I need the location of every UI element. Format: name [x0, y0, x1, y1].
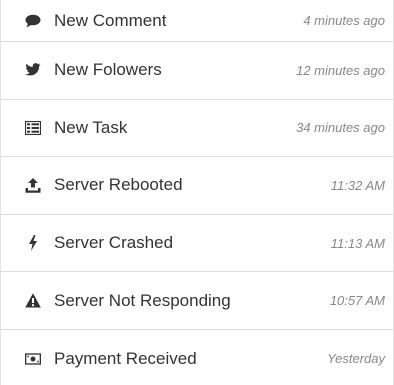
- tasks-icon: [25, 120, 41, 136]
- notification-label: Payment Received: [54, 348, 197, 368]
- notification-item-server-rebooted[interactable]: Server Rebooted 11:32 AM: [1, 157, 393, 215]
- notification-label: New Comment: [54, 10, 167, 30]
- bolt-icon: [25, 235, 41, 252]
- notification-time: 12 minutes ago: [296, 62, 385, 78]
- notification-label: Server Rebooted: [54, 175, 183, 195]
- notification-time: 11:32 AM: [330, 177, 385, 193]
- notification-time: 34 minutes ago: [296, 120, 385, 136]
- twitter-icon: [25, 62, 41, 78]
- notification-label: New Task: [54, 117, 128, 137]
- upload-icon: [25, 177, 41, 193]
- notification-time: Yesterday: [327, 351, 385, 367]
- notification-label: New Folowers: [54, 60, 162, 80]
- notification-list: New Comment 4 minutes ago New Folowers 1…: [0, 0, 394, 385]
- notification-item-server-not-responding[interactable]: Server Not Responding 10:57 AM: [1, 272, 393, 330]
- notification-label: Server Not Responding: [54, 290, 231, 310]
- notification-time: 10:57 AM: [329, 293, 385, 309]
- money-icon: [25, 351, 41, 367]
- notification-item-new-followers[interactable]: New Folowers 12 minutes ago: [1, 42, 393, 100]
- notification-label: Server Crashed: [54, 233, 174, 253]
- comment-icon: [25, 13, 41, 29]
- notification-item-new-task[interactable]: New Task 34 minutes ago: [1, 100, 393, 158]
- notification-item-server-crashed[interactable]: Server Crashed 11:13 AM: [1, 215, 393, 273]
- notification-time: 11:13 AM: [330, 235, 385, 251]
- notification-item-payment-received[interactable]: Payment Received Yesterday: [1, 330, 393, 385]
- notification-item-new-comment[interactable]: New Comment 4 minutes ago: [1, 0, 393, 42]
- warning-icon: [25, 293, 41, 309]
- notification-time: 4 minutes ago: [303, 13, 385, 28]
